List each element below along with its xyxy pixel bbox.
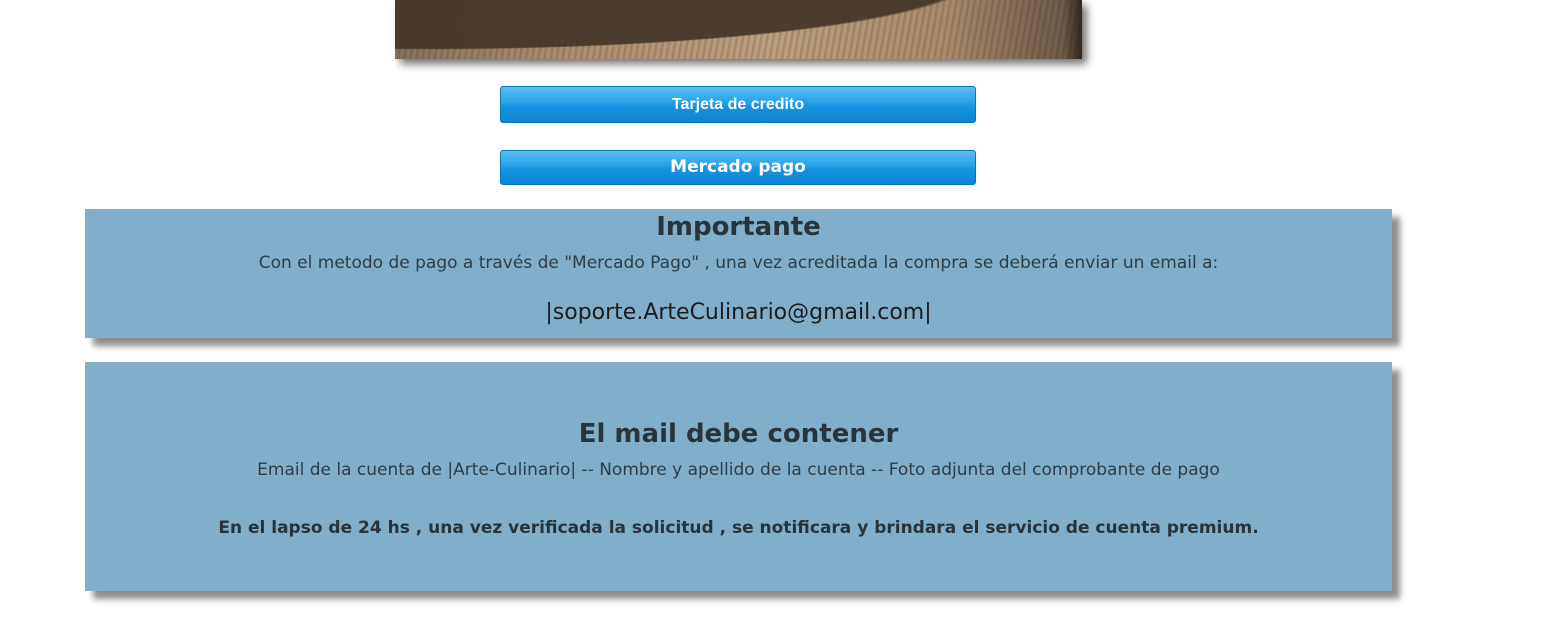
important-title: Importante <box>656 212 821 242</box>
mail-requirements-box: El mail debe contener Email de la cuenta… <box>85 362 1392 591</box>
product-image <box>395 0 1082 59</box>
image-edge-shadow <box>1064 0 1082 59</box>
page: Tarjeta de credito Mercado pago Importan… <box>0 0 1550 640</box>
mercado-pago-button[interactable]: Mercado pago <box>500 150 976 185</box>
mail-requirements-title: El mail debe contener <box>578 419 899 449</box>
important-info-box: Importante Con el metodo de pago a travé… <box>85 209 1392 338</box>
important-text: Con el metodo de pago a través de "Merca… <box>258 253 1219 273</box>
support-email: |soporte.ArteCulinario@gmail.com| <box>545 300 932 325</box>
credit-card-button[interactable]: Tarjeta de credito <box>500 86 976 123</box>
mail-requirements-text: Email de la cuenta de |Arte-Culinario| -… <box>257 460 1220 480</box>
premium-notice: En el lapso de 24 hs , una vez verificad… <box>218 518 1259 538</box>
